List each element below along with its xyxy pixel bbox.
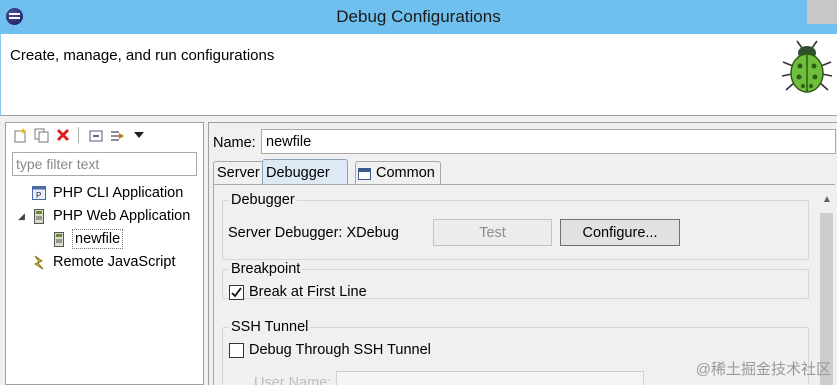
tree-item-label: PHP CLI Application <box>53 185 184 201</box>
expand-toggle-icon[interactable]: ◢ <box>18 211 25 222</box>
button-label: Test <box>479 224 506 241</box>
delete-icon[interactable] <box>55 127 71 143</box>
watermark-text: @稀土掘金技术社区 <box>695 361 831 378</box>
tree-item-label: newfile <box>72 229 124 249</box>
tab-debugger[interactable]: Debugger <box>262 159 348 185</box>
vertical-scrollbar[interactable]: ▲ <box>818 185 835 385</box>
tree-item-label: PHP Web Application <box>53 208 191 224</box>
button-label: Configure... <box>582 224 658 241</box>
group-title: SSH Tunnel <box>229 319 311 335</box>
new-config-icon[interactable] <box>12 127 28 143</box>
tree-item-php-cli[interactable]: P PHP CLI Application <box>31 183 183 203</box>
debugger-tab-content: Debugger Server Debugger: XDebug Test Co… <box>213 184 835 385</box>
svg-text:P: P <box>36 191 41 200</box>
php-cli-icon: P <box>31 185 47 201</box>
debug-through-ssh-label[interactable]: Debug Through SSH Tunnel <box>249 342 431 358</box>
tab-label: Common <box>376 165 435 181</box>
remote-js-icon <box>31 254 47 270</box>
configure-button[interactable]: Configure... <box>560 219 680 246</box>
window-title: Debug Configurations <box>336 7 501 26</box>
filter-icon[interactable] <box>110 127 126 143</box>
group-title: Breakpoint <box>229 261 303 277</box>
view-menu-icon[interactable] <box>131 127 147 143</box>
configuration-list-panel: P PHP CLI Application ◢ PHP Web Applicat… <box>5 122 204 385</box>
debug-bug-icon <box>781 40 833 93</box>
php-web-icon <box>51 231 67 247</box>
dialog-subtitle: Create, manage, and run configurations <box>10 47 275 64</box>
common-tab-icon <box>358 168 371 180</box>
tab-common[interactable]: Common <box>355 161 441 185</box>
debugger-group: Debugger Server Debugger: XDebug Test Co… <box>222 192 809 260</box>
configuration-editor-panel: Name: Server Common Debugger Debugger Se… <box>208 122 837 385</box>
debug-through-ssh-checkbox[interactable] <box>229 343 244 358</box>
tab-label: Debugger <box>266 165 330 181</box>
test-button[interactable]: Test <box>433 219 552 246</box>
tree-item-label: Remote JavaScript <box>53 254 176 270</box>
server-debugger-text: Server Debugger: XDebug <box>228 225 399 241</box>
break-first-line-checkbox[interactable] <box>229 285 244 300</box>
tree-item-php-web[interactable]: PHP Web Application <box>31 206 190 226</box>
name-label: Name: <box>213 135 256 151</box>
duplicate-icon[interactable] <box>33 127 49 143</box>
user-name-label: User Name: <box>254 375 332 385</box>
tree-item-remote-js[interactable]: Remote JavaScript <box>31 252 176 272</box>
scroll-up-icon[interactable]: ▲ <box>822 194 832 205</box>
tab-label: Server <box>217 165 260 181</box>
collapse-all-icon[interactable] <box>88 127 104 143</box>
php-web-icon <box>31 208 47 224</box>
user-name-input[interactable] <box>336 371 644 385</box>
tree-item-newfile[interactable]: newfile <box>51 229 124 249</box>
tab-server[interactable]: Server <box>213 161 265 185</box>
breakpoint-group: Breakpoint Break at First Line <box>222 261 809 300</box>
close-button[interactable] <box>807 0 837 24</box>
launch-config-toolbar <box>6 123 203 148</box>
group-title: Debugger <box>229 192 297 208</box>
name-input[interactable] <box>261 129 836 154</box>
filter-input[interactable] <box>12 152 197 176</box>
break-first-line-label[interactable]: Break at First Line <box>249 284 367 300</box>
title-bar: Debug Configurations <box>0 0 837 34</box>
dialog-header: Create, manage, and run configurations <box>0 34 837 116</box>
toolbar-separator <box>78 127 79 143</box>
